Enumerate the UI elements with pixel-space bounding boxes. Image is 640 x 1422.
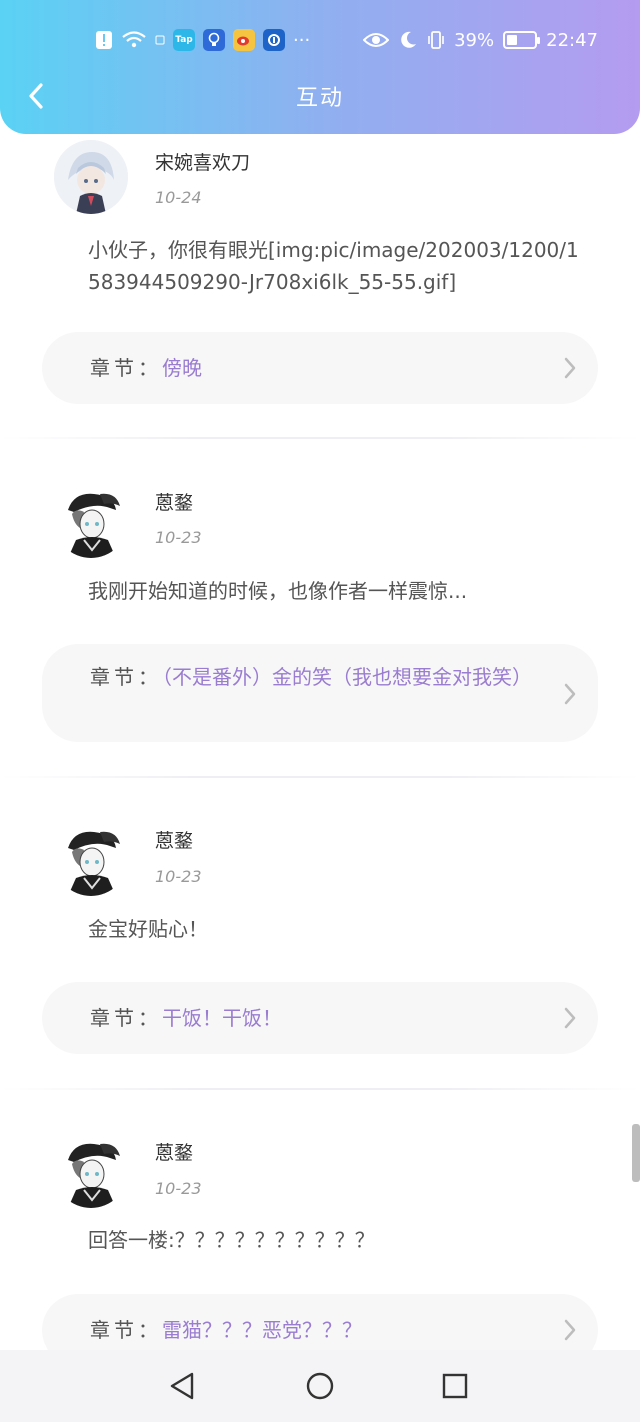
avatar[interactable] [54,1134,128,1208]
divider [0,776,640,778]
comment-feed[interactable]: 宋婉喜欢刀 10-24 小伙子，你很有眼光[img:pic/image/2020… [0,0,640,1422]
clock: 22:47 [546,29,598,51]
chapter-text: 章节：干饭！干饭！ [90,1003,552,1033]
chapter-title: （不是番外）金的笑（我也想要金对我笑） [162,665,532,689]
back-triangle-icon [170,1372,194,1400]
app-root: 宋婉喜欢刀 10-24 小伙子，你很有眼光[img:pic/image/2020… [0,0,640,1422]
moon-icon [398,30,418,50]
chapter-title: 傍晚 [162,356,202,380]
chevron-right-icon [564,683,576,705]
comment-content: 金宝好贴心！ [88,917,208,941]
chapter-text: 章节：（不是番外）金的笑（我也想要金对我笑） [90,662,552,692]
nav-recents-button[interactable] [437,1368,473,1404]
vibrate-icon [427,30,445,50]
avatar-anime-girl-icon [54,140,128,214]
divider [0,1088,640,1090]
alert-icon [95,30,113,50]
scrollbar-thumb[interactable] [632,1124,640,1182]
bulb-app-icon [203,29,225,51]
bank-app-icon [263,29,285,51]
home-circle-icon [306,1372,334,1400]
comment-username: 宋婉喜欢刀 [155,152,251,174]
chapter-link[interactable]: 章节：傍晚 [42,332,598,404]
avatar[interactable] [54,822,128,896]
comment-username: 蒽鍪 [155,492,194,514]
comment-username: 蒽鍪 [155,830,194,852]
comment-content: 小伙子，你很有眼光[img:pic/image/202003/1200/1583… [88,238,579,294]
comment-date: 10-23 [155,1179,202,1198]
comment-date: 10-23 [155,867,202,886]
eye-icon [363,31,390,49]
small-notification-icon [155,35,165,45]
battery-fill [507,35,518,45]
chevron-right-icon [564,1007,576,1029]
avatar-sketch-boy-icon [54,484,128,558]
weibo-app-icon [233,29,255,51]
chapter-text: 章节：雷猫？？？恶党？？？ [90,1315,552,1345]
app-header: Tap ··· 39% 22:47 互动 [0,0,640,134]
chapter-label: 章节： [90,1006,162,1030]
battery-icon [503,31,541,49]
chapter-text: 章节：傍晚 [90,353,552,383]
tap-app-icon: Tap [173,29,195,51]
more-dots-icon: ··· [293,29,311,51]
nav-home-button[interactable] [302,1368,338,1404]
comment-content: 回答一楼:？？？？？？？？？？ [88,1228,375,1252]
page-title: 互动 [295,86,344,111]
wifi-icon [121,30,147,50]
avatar[interactable] [54,140,128,214]
comment-content: 我刚开始知道的时候，也像作者一样震惊... [88,579,468,603]
status-bar-right: 39% 22:47 [363,24,598,56]
comment-date: 10-23 [155,528,202,547]
comment-username: 蒽鍪 [155,1142,194,1164]
avatar-sketch-boy-icon [54,1134,128,1208]
chapter-title: 干饭！干饭！ [162,1006,282,1030]
status-bar: Tap ··· 39% 22:47 [0,24,640,56]
system-nav-bar [0,1350,640,1422]
chapter-title: 雷猫？？？恶党？？？ [162,1318,362,1342]
avatar[interactable] [54,484,128,558]
chevron-right-icon [564,357,576,379]
chapter-label: 章节： [90,356,162,380]
comment-date: 10-24 [155,188,202,207]
nav-back-button[interactable] [164,1368,200,1404]
chapter-label: 章节： [90,1318,162,1342]
chapter-link[interactable]: 章节：（不是番外）金的笑（我也想要金对我笑） [42,644,598,742]
chapter-link[interactable]: 章节：干饭！干饭！ [42,982,598,1054]
chevron-right-icon [564,1319,576,1341]
divider [0,437,640,439]
status-bar-left: Tap ··· [95,24,310,56]
chapter-label: 章节： [90,665,162,689]
battery-percent: 39% [454,29,495,51]
avatar-sketch-boy-icon [54,822,128,896]
recents-square-icon [442,1373,468,1399]
